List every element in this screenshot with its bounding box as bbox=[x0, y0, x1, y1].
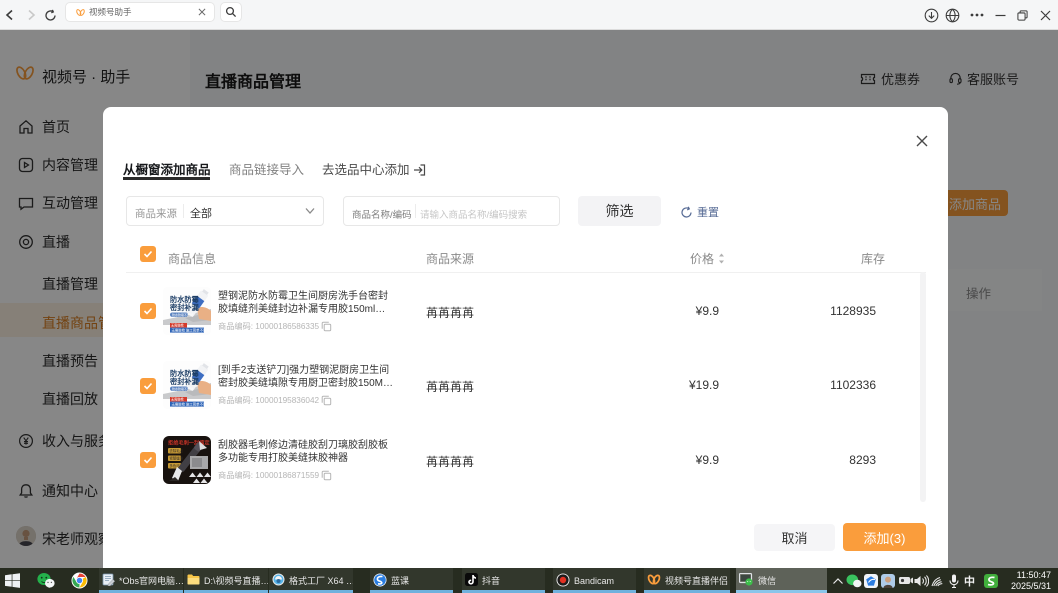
svg-text:密封补漏: 密封补漏 bbox=[169, 377, 199, 386]
svg-text:防水防霉不开裂: 防水防霉不开裂 bbox=[172, 312, 193, 317]
svg-text:拒绝毛刺一刮搞定: 拒绝毛刺一刮搞定 bbox=[168, 439, 210, 447]
svg-text:无需胶枪 施工简单不脏手: 无需胶枪 施工简单不脏手 bbox=[172, 402, 211, 407]
svg-text:无需胶枪: 无需胶枪 bbox=[171, 323, 185, 328]
svg-text:去除毛边: 去除毛边 bbox=[170, 448, 184, 453]
svg-text:无需胶枪: 无需胶枪 bbox=[171, 397, 185, 402]
svg-text:防水防霉不开裂: 防水防霉不开裂 bbox=[172, 386, 193, 391]
svg-text:修整缝隙: 修整缝隙 bbox=[170, 456, 184, 461]
svg-text:密封补漏: 密封补漏 bbox=[169, 303, 199, 312]
svg-text:无需胶枪 施工简单不脏手: 无需胶枪 施工简单不脏手 bbox=[172, 328, 211, 333]
